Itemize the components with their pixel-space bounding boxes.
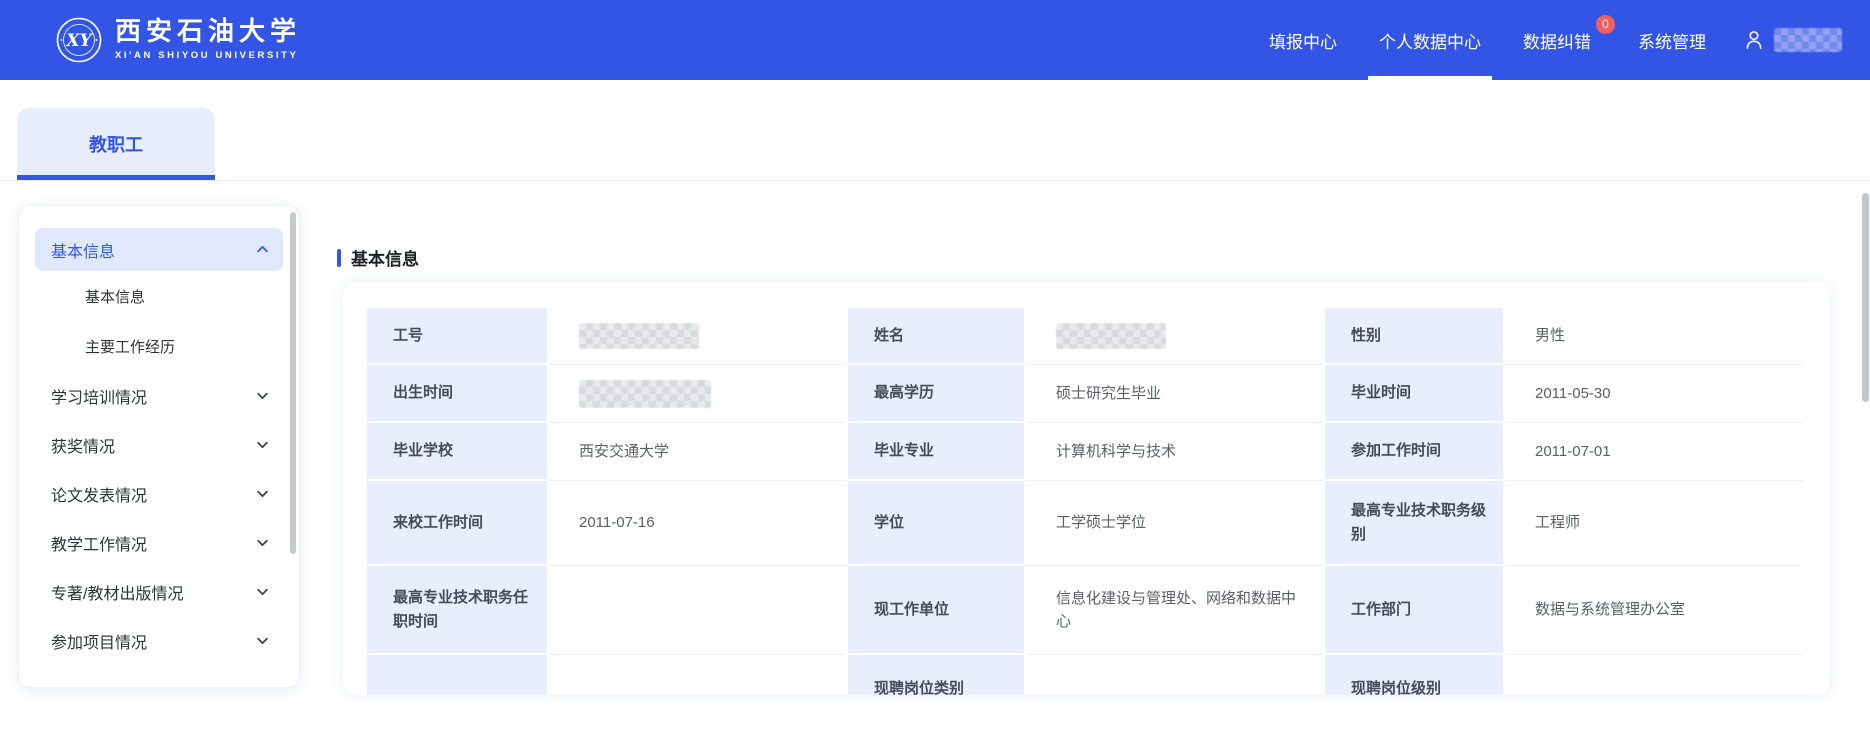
sidebar-item-monographs-textbooks[interactable]: 专著/教材出版情况: [35, 567, 283, 616]
field-label-work-department: 工作部门: [1325, 566, 1503, 655]
field-value-highest-education: 硕士研究生毕业: [1026, 365, 1323, 423]
basic-info-table: 工号 姓名 性别 男性 出生时间 最高学历 硕士研究生毕业 毕业时间 2011-…: [367, 308, 1804, 695]
redacted-value: [1056, 323, 1166, 349]
section-heading-accent-bar: [337, 249, 341, 267]
sidebar-subitem-basic-info[interactable]: 基本信息: [35, 271, 283, 321]
page-content: 基本信息 基本信息 主要工作经历 学习培训情况 获奖情况 论文发表情况: [0, 181, 1870, 749]
chevron-up-icon: [256, 243, 269, 256]
field-value-title-appointment-date: [549, 566, 846, 655]
page-scrollbar-thumb[interactable]: [1862, 193, 1869, 402]
university-name-cn: 西安石油大学: [115, 19, 301, 46]
sidebar-menu: 基本信息 基本信息 主要工作经历 学习培训情况 获奖情况 论文发表情况: [18, 205, 300, 688]
university-logo: XY 西安石油大学 XI'AN SHIYOU UNIVERSITY: [56, 17, 301, 63]
field-value-highest-professional-title-level: 工程师: [1505, 481, 1804, 566]
field-value-work-department: 数据与系统管理办公室: [1505, 566, 1804, 655]
redacted-username: [1774, 28, 1842, 52]
redacted-value: [579, 380, 711, 408]
sidebar-item-study-training[interactable]: 学习培训情况: [35, 371, 283, 420]
field-value-work-start-date: 2011-07-01: [1505, 423, 1804, 481]
field-label-title-appointment-date: 最高专业技术职务任职时间: [367, 566, 547, 655]
field-value-current-post-category: [1026, 655, 1323, 695]
section-title: 基本信息: [351, 245, 419, 270]
university-seal-icon: XY: [56, 17, 102, 63]
chevron-down-icon: [256, 536, 269, 549]
app-header: XY 西安石油大学 XI'AN SHIYOU UNIVERSITY 填报中心 个…: [0, 0, 1870, 80]
field-value-current-post-level: [1505, 655, 1804, 695]
nav-item-fill-center[interactable]: 填报中心: [1248, 0, 1358, 80]
chevron-down-icon: [256, 634, 269, 647]
sidebar-item-projects[interactable]: 参加项目情况: [35, 616, 283, 665]
field-label-degree: 学位: [848, 481, 1024, 566]
sidebar-item-papers[interactable]: 论文发表情况: [35, 469, 283, 518]
field-label-current-post-level: 现聘岗位级别: [1325, 655, 1503, 695]
university-name-en: XI'AN SHIYOU UNIVERSITY: [115, 50, 301, 61]
chevron-down-icon: [256, 389, 269, 402]
field-value-school-start-date: 2011-07-16: [549, 481, 846, 566]
field-label-graduation-school: 毕业学校: [367, 423, 547, 481]
field-label-highest-professional-title-level: 最高专业技术职务级别: [1325, 481, 1503, 566]
field-label-current-post-category: 现聘岗位类别: [848, 655, 1024, 695]
field-label-empty: [367, 655, 547, 695]
field-label-current-work-unit: 现工作单位: [848, 566, 1024, 655]
field-label-birth-date: 出生时间: [367, 365, 547, 423]
field-label-employee-id: 工号: [367, 308, 547, 365]
nav-item-personal-data-center[interactable]: 个人数据中心: [1358, 0, 1502, 80]
field-value-name: [1026, 308, 1323, 365]
tab-bar: 教职工: [0, 80, 1870, 181]
tab-faculty-staff[interactable]: 教职工: [17, 108, 215, 180]
svg-text:XY: XY: [65, 31, 93, 51]
field-value-degree: 工学硕士学位: [1026, 481, 1323, 566]
nav-item-system-management[interactable]: 系统管理: [1617, 0, 1727, 80]
field-value-current-work-unit: 信息化建设与管理处、网络和数据中心: [1026, 566, 1323, 655]
nav-item-data-correction[interactable]: 数据纠错 0: [1502, 0, 1617, 80]
chevron-down-icon: [256, 585, 269, 598]
top-nav: 填报中心 个人数据中心 数据纠错 0 系统管理: [1248, 0, 1842, 80]
user-icon: [1743, 29, 1765, 51]
field-value-employee-id: [549, 308, 846, 365]
user-account[interactable]: [1743, 0, 1842, 80]
field-label-highest-education: 最高学历: [848, 365, 1024, 423]
field-value-graduation-school: 西安交通大学: [549, 423, 846, 481]
redacted-value: [579, 323, 699, 349]
field-label-graduation-date: 毕业时间: [1325, 365, 1503, 423]
field-label-school-start-date: 来校工作时间: [367, 481, 547, 566]
field-label-gender: 性别: [1325, 308, 1503, 365]
notification-badge: 0: [1596, 15, 1615, 34]
sidebar-scrollbar-thumb[interactable]: [290, 212, 296, 554]
tab-active-underline: [17, 175, 215, 180]
sidebar-subitem-work-history[interactable]: 主要工作经历: [35, 321, 283, 371]
chevron-down-icon: [256, 487, 269, 500]
chevron-down-icon: [256, 438, 269, 451]
field-value-major: 计算机科学与技术: [1026, 423, 1323, 481]
section-heading: 基本信息: [337, 245, 419, 270]
sidebar-item-awards[interactable]: 获奖情况: [35, 420, 283, 469]
field-value-gender: 男性: [1505, 308, 1804, 365]
field-label-work-start-date: 参加工作时间: [1325, 423, 1503, 481]
field-value-empty: [549, 655, 846, 695]
basic-info-card: 工号 姓名 性别 男性 出生时间 最高学历 硕士研究生毕业 毕业时间 2011-…: [343, 282, 1830, 695]
sidebar-item-teaching-work[interactable]: 教学工作情况: [35, 518, 283, 567]
field-label-major: 毕业专业: [848, 423, 1024, 481]
sidebar-item-basic-info-group[interactable]: 基本信息: [35, 228, 283, 271]
field-label-name: 姓名: [848, 308, 1024, 365]
field-value-graduation-date: 2011-05-30: [1505, 365, 1804, 423]
field-value-birth-date: [549, 365, 846, 423]
